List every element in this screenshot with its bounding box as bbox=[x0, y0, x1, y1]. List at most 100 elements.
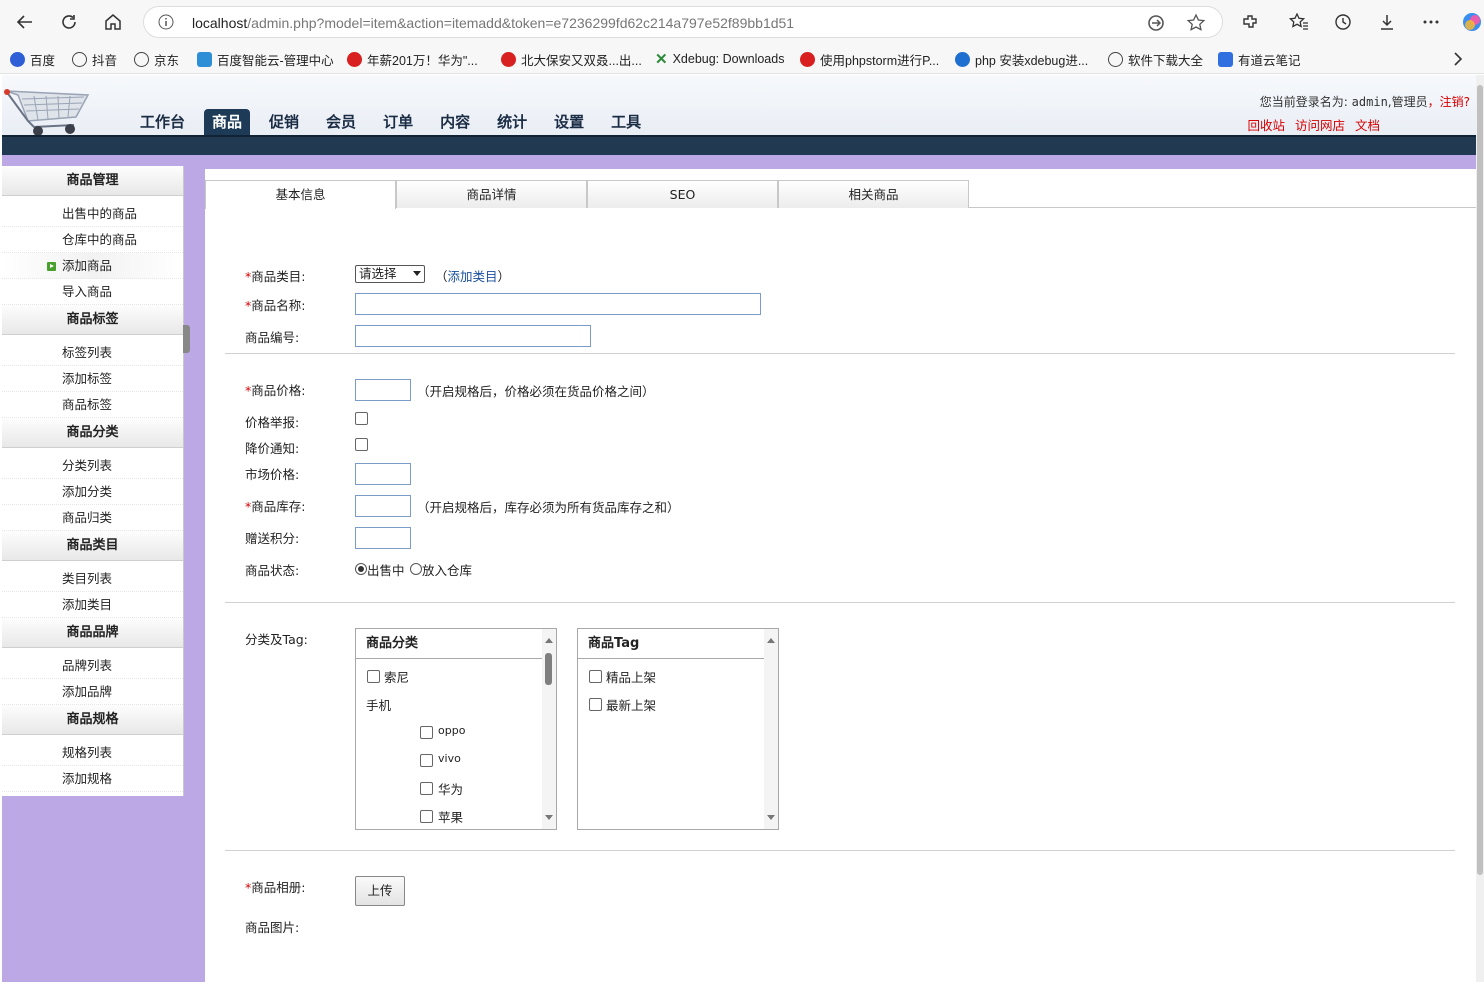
market-price-input[interactable] bbox=[355, 463, 411, 485]
back-icon[interactable] bbox=[12, 9, 38, 35]
scroll-up-icon[interactable] bbox=[545, 638, 553, 643]
scroll-down-icon[interactable] bbox=[545, 815, 553, 820]
bookmark-7[interactable]: 使用phpstorm进行P... bbox=[800, 50, 939, 68]
docs-link[interactable]: 文档 bbox=[1355, 115, 1380, 134]
tab-basic-info[interactable]: 基本信息 bbox=[205, 180, 396, 209]
goods-code-input[interactable] bbox=[355, 325, 591, 347]
visit-shop-link[interactable]: 访问网店 bbox=[1295, 115, 1345, 134]
sidebar-section-title[interactable]: 商品管理 bbox=[2, 166, 183, 196]
bookmark-10[interactable]: 有道云笔记 bbox=[1218, 50, 1301, 68]
sidebar-item-in-warehouse[interactable]: 仓库中的商品 bbox=[2, 227, 183, 253]
price-input[interactable] bbox=[355, 379, 411, 401]
add-category-link[interactable]: 添加类目 bbox=[448, 269, 498, 284]
points-label: 赠送积分: bbox=[245, 531, 300, 546]
page-scrollbar[interactable] bbox=[1476, 75, 1484, 982]
bookmark-1[interactable]: 抖音 bbox=[72, 50, 117, 68]
nav-orders[interactable]: 订单 bbox=[375, 109, 421, 135]
label-text: 商品库存: bbox=[251, 499, 306, 514]
extensions-icon[interactable] bbox=[1238, 10, 1262, 34]
sidebar-collapse-handle[interactable] bbox=[183, 325, 190, 353]
tag-checkbox-featured[interactable] bbox=[589, 670, 602, 683]
site-info-icon[interactable] bbox=[158, 14, 174, 33]
price-report-checkbox[interactable] bbox=[355, 412, 368, 425]
label-text: 商品价格: bbox=[251, 383, 306, 398]
name-label: *商品名称: bbox=[245, 295, 305, 314]
category-checkbox-vivo[interactable] bbox=[420, 754, 433, 767]
sidebar-section-title[interactable]: 商品标签 bbox=[2, 305, 183, 335]
sidebar-section-title[interactable]: 商品类目 bbox=[2, 531, 183, 561]
sidebar-item-on-sale[interactable]: 出售中的商品 bbox=[2, 201, 183, 227]
more-menu-icon[interactable] bbox=[1419, 10, 1443, 34]
sidebar-section-title[interactable]: 商品规格 bbox=[2, 705, 183, 735]
tab-related-goods[interactable]: 相关商品 bbox=[778, 180, 969, 208]
cloud-icon bbox=[197, 51, 212, 67]
tag-checkbox-newest[interactable] bbox=[589, 698, 602, 711]
category-checkbox-apple[interactable] bbox=[420, 810, 433, 823]
bookmark-5[interactable]: 北大保安又双叒...出... bbox=[501, 50, 642, 68]
history-icon[interactable] bbox=[1331, 10, 1355, 34]
nav-statistics[interactable]: 统计 bbox=[489, 109, 535, 135]
home-icon[interactable] bbox=[100, 9, 126, 35]
bookmark-9[interactable]: 软件下载大全 bbox=[1108, 50, 1203, 68]
recycle-bin-link[interactable]: 回收站 bbox=[1247, 115, 1285, 134]
tag-scrollbar[interactable] bbox=[764, 629, 778, 829]
refresh-icon[interactable] bbox=[56, 9, 82, 35]
sidebar-item-add-spec[interactable]: 添加规格 bbox=[2, 766, 183, 792]
points-input[interactable] bbox=[355, 527, 411, 549]
bookmarks-more-icon[interactable] bbox=[1453, 50, 1463, 68]
tab-goods-detail[interactable]: 商品详情 bbox=[396, 180, 587, 208]
sidebar-item-add-tag[interactable]: 添加标签 bbox=[2, 366, 183, 392]
nav-members[interactable]: 会员 bbox=[318, 109, 364, 135]
tab-seo[interactable]: SEO bbox=[587, 180, 778, 208]
scroll-thumb[interactable] bbox=[545, 653, 552, 685]
nav-workbench[interactable]: 工作台 bbox=[132, 109, 193, 135]
status-label: 商品状态: bbox=[245, 563, 300, 578]
sidebar-item-category-list[interactable]: 分类列表 bbox=[2, 453, 183, 479]
category-checkbox-huawei[interactable] bbox=[420, 782, 433, 795]
stock-input[interactable] bbox=[355, 495, 411, 517]
goods-name-input[interactable] bbox=[355, 293, 761, 315]
bookmark-6[interactable]: ✕ Xdebug: Downloads bbox=[655, 50, 784, 68]
sidebar-section-title[interactable]: 商品品牌 bbox=[2, 618, 183, 648]
sidebar-item-type-list[interactable]: 类目列表 bbox=[2, 566, 183, 592]
bookmark-4[interactable]: 年薪201万！华为"... bbox=[347, 50, 478, 68]
sidebar-item-spec-list[interactable]: 规格列表 bbox=[2, 740, 183, 766]
sidebar-item-tag-list[interactable]: 标签列表 bbox=[2, 340, 183, 366]
sidebar-item-brand-list[interactable]: 品牌列表 bbox=[2, 653, 183, 679]
bookmark-2[interactable]: 京东 bbox=[134, 50, 179, 68]
refresh-page-icon[interactable] bbox=[1146, 13, 1166, 36]
category-checkbox-oppo[interactable] bbox=[420, 726, 433, 739]
sidebar-item-goods-tag[interactable]: 商品标签 bbox=[2, 392, 183, 418]
page-scroll-thumb[interactable] bbox=[1477, 85, 1483, 875]
favorite-star-icon[interactable] bbox=[1186, 13, 1206, 36]
scroll-down-icon[interactable] bbox=[767, 815, 775, 820]
sidebar-item-goods-classify[interactable]: 商品归类 bbox=[2, 505, 183, 531]
category-scrollbar[interactable] bbox=[542, 629, 556, 829]
sidebar-item-add-category[interactable]: 添加分类 bbox=[2, 479, 183, 505]
address-bar[interactable]: localhost/admin.php?model=item&action=it… bbox=[143, 6, 1223, 38]
status-on-sale-radio[interactable] bbox=[355, 563, 367, 575]
bookmark-3[interactable]: 百度智能云-管理中心 bbox=[197, 50, 334, 68]
category-checkbox-sony[interactable] bbox=[367, 670, 380, 683]
bookmark-8[interactable]: php 安装xdebug进... bbox=[955, 50, 1088, 68]
nav-tools[interactable]: 工具 bbox=[603, 109, 649, 135]
copilot-icon[interactable] bbox=[1460, 10, 1484, 34]
sidebar-item-add-brand[interactable]: 添加品牌 bbox=[2, 679, 183, 705]
price-drop-checkbox[interactable] bbox=[355, 438, 368, 451]
nav-promotion[interactable]: 促销 bbox=[261, 109, 307, 135]
sidebar-item-add-type[interactable]: 添加类目 bbox=[2, 592, 183, 618]
status-warehouse-radio[interactable] bbox=[410, 563, 422, 575]
favorites-icon[interactable] bbox=[1287, 10, 1311, 34]
upload-button[interactable]: 上传 bbox=[355, 876, 405, 906]
nav-goods[interactable]: 商品 bbox=[204, 109, 251, 135]
scroll-up-icon[interactable] bbox=[767, 638, 775, 643]
sidebar-item-import-goods[interactable]: 导入商品 bbox=[2, 279, 183, 305]
download-icon[interactable] bbox=[1375, 10, 1399, 34]
nav-settings[interactable]: 设置 bbox=[546, 109, 592, 135]
nav-content[interactable]: 内容 bbox=[432, 109, 478, 135]
sidebar-item-add-goods[interactable]: 添加商品 bbox=[2, 253, 183, 279]
category-select[interactable]: 请选择 bbox=[355, 265, 425, 283]
bookmark-0[interactable]: 百度 bbox=[10, 50, 55, 68]
logout-link[interactable]: ，注销? bbox=[1428, 95, 1470, 109]
sidebar-section-title[interactable]: 商品分类 bbox=[2, 418, 183, 448]
